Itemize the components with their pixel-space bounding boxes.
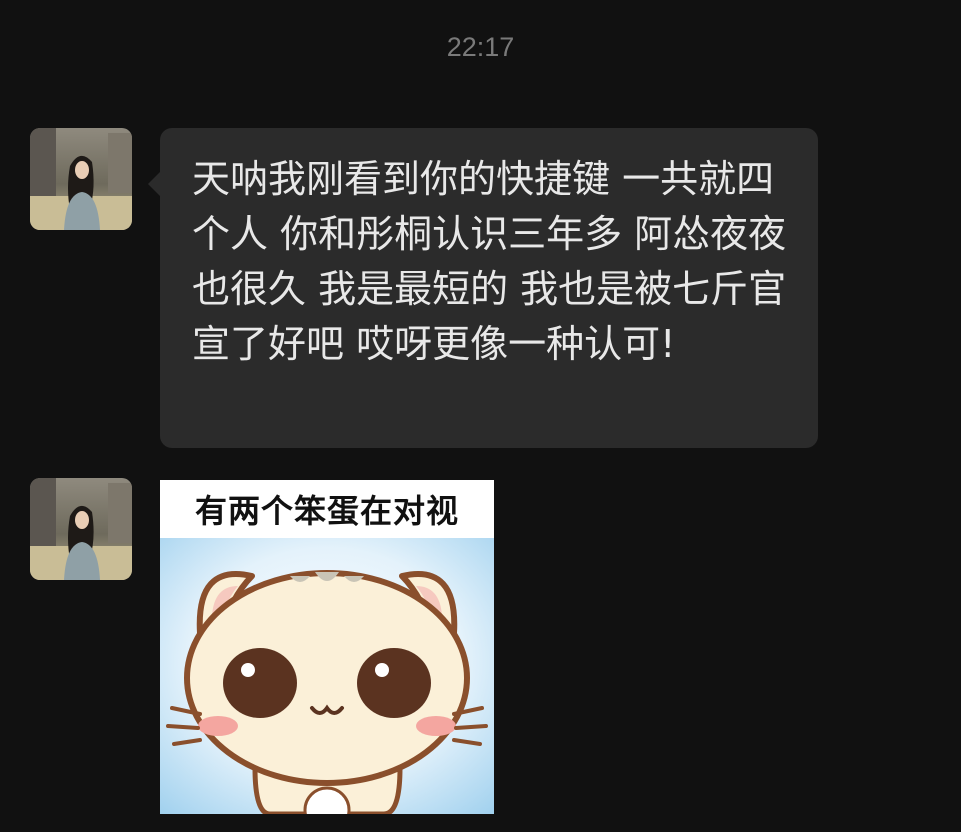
sticker-caption: 有两个笨蛋在对视 bbox=[194, 492, 459, 530]
sticker-message[interactable]: 有两个笨蛋在对视 bbox=[160, 480, 494, 814]
sender-avatar[interactable] bbox=[30, 478, 132, 580]
message-bubble[interactable]: 天呐我刚看到你的快捷键 一共就四个人 你和彤桐认识三年多 阿怂夜夜也很久 我是最… bbox=[148, 128, 818, 448]
cute-cat-sticker-icon bbox=[160, 538, 494, 814]
avatar-photo-icon bbox=[30, 128, 132, 230]
sticker-caption-bar: 有两个笨蛋在对视 bbox=[160, 480, 494, 538]
avatar-photo-icon bbox=[30, 478, 132, 580]
sender-avatar[interactable] bbox=[30, 128, 132, 230]
message-text: 天呐我刚看到你的快捷键 一共就四个人 你和彤桐认识三年多 阿怂夜夜也很久 我是最… bbox=[192, 157, 787, 366]
message-timestamp: 22:17 bbox=[446, 32, 515, 62]
bubble-tail bbox=[148, 172, 160, 196]
